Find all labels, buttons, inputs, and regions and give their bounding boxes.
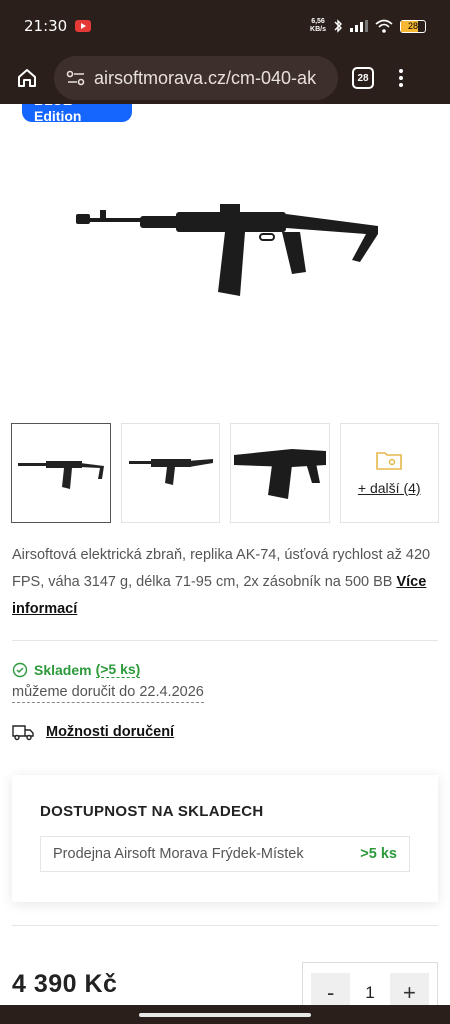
product-short-description: Airsoftová elektrická zbraň, replika AK-…	[12, 542, 440, 623]
stock-status: Skladem (>5 ks)	[12, 661, 141, 678]
browser-menu-button[interactable]	[398, 69, 404, 87]
product-gallery: + další (4)	[11, 423, 439, 523]
cellular-signal-icon	[350, 20, 368, 32]
gallery-more-button[interactable]: + další (4)	[339, 423, 439, 523]
folder-icon	[376, 452, 403, 470]
delivery-date[interactable]: můžeme doručit do 22.4.2026	[12, 684, 204, 703]
delivery-options-label: Možnosti doručení	[46, 724, 175, 740]
network-speed: 6,56 KB/s	[310, 18, 326, 33]
tab-switcher-button[interactable]: 28	[352, 67, 374, 89]
gallery-thumb-side[interactable]	[11, 423, 111, 523]
status-icons: 6,56 KB/s 28	[310, 18, 426, 34]
menu-dot	[399, 83, 403, 87]
store-row: Prodejna Airsoft Morava Frýdek-Místek >5…	[40, 836, 410, 872]
wifi-icon	[375, 19, 393, 33]
availability-heading: DOSTUPNOST NA SKLADECH	[40, 803, 264, 820]
gallery-thumb-angle[interactable]	[120, 423, 220, 523]
gesture-handle[interactable]	[139, 1013, 311, 1017]
url-text: airsoftmorava.cz/cm-040-ak	[94, 67, 317, 88]
thumb-image	[233, 449, 326, 499]
site-settings-icon[interactable]	[66, 70, 86, 86]
address-bar[interactable]: airsoftmorava.cz/cm-040-ak	[54, 56, 338, 100]
youtube-notification-icon	[75, 20, 92, 32]
battery-indicator: 28	[400, 19, 426, 33]
thumb-image	[129, 459, 214, 485]
home-icon	[18, 69, 36, 87]
product-main-image[interactable]	[60, 190, 390, 310]
thumb-image	[17, 461, 104, 489]
description-text: Airsoftová elektrická zbraň, replika AK-…	[12, 547, 431, 590]
store-stock-qty: >5 ks	[360, 846, 397, 862]
gallery-more-label: + další (4)	[357, 480, 421, 496]
store-name: Prodejna Airsoft Morava Frýdek-Místek	[53, 846, 304, 862]
stock-status-label: Skladem	[34, 661, 92, 678]
stock-count[interactable]: (>5 ks)	[95, 661, 141, 678]
delivery-options-link[interactable]: Možnosti doručení	[12, 723, 174, 741]
gallery-thumb-closeup[interactable]	[230, 423, 330, 523]
store-availability-card: DOSTUPNOST NA SKLADECH Prodejna Airsoft …	[12, 775, 438, 902]
product-price: 4 390 Kč	[12, 970, 118, 998]
browser-toolbar-foreground: airsoftmorava.cz/cm-040-ak 28	[0, 52, 450, 104]
clock: 21:30	[24, 17, 68, 35]
menu-dot	[399, 76, 403, 80]
check-circle-icon	[12, 662, 28, 677]
bluetooth-icon	[334, 19, 342, 33]
menu-dot	[399, 69, 403, 73]
home-button[interactable]	[10, 61, 44, 95]
divider	[12, 925, 438, 926]
status-bar: 21:30 6,56 KB/s 28	[0, 0, 450, 52]
divider	[12, 640, 438, 641]
delivery-truck-icon	[12, 725, 34, 741]
